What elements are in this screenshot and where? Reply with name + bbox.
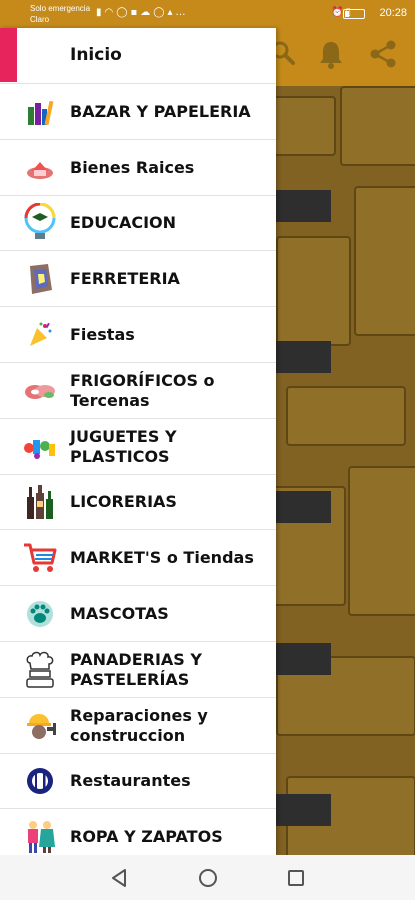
brick xyxy=(286,386,406,446)
hardware-icon xyxy=(20,259,60,299)
brick xyxy=(276,236,351,346)
lock-icon: ▪ xyxy=(130,7,141,18)
menu-label: Bienes Raices xyxy=(70,157,195,177)
menu-label: LICORERIAS xyxy=(70,492,177,512)
whatsapp-icon: ◯ xyxy=(153,7,168,18)
menu-item-restaurantes[interactable]: Restaurantes xyxy=(0,754,276,810)
meat-icon xyxy=(20,371,60,411)
status-bar: Solo emergencia Claro ▮◠◯▪☁◯▴… ⏰▯ 20:28 xyxy=(0,0,415,28)
menu-label: EDUCACION xyxy=(70,213,177,233)
party-icon xyxy=(20,315,60,355)
home-button[interactable] xyxy=(197,867,219,889)
carrier-line-1: Solo emergencia xyxy=(30,4,91,13)
status-time: 20:28 xyxy=(379,7,407,19)
clothing-icon xyxy=(20,817,60,855)
signal-icon: ▮ xyxy=(96,7,105,18)
menu-label: FERRETERIA xyxy=(70,269,180,289)
cloud-icon: ☁ xyxy=(140,7,154,18)
notification-icons: ▮◠◯▪☁◯▴… xyxy=(96,7,188,18)
more-icon: … xyxy=(175,7,189,18)
liquor-icon xyxy=(20,482,60,522)
whatsapp-icon: ◯ xyxy=(116,7,131,18)
construction-icon xyxy=(20,706,60,746)
menu-item-ropa-zapatos[interactable]: ROPA Y ZAPATOS xyxy=(0,809,276,855)
education-icon xyxy=(20,203,60,243)
brick xyxy=(340,86,415,166)
drawer-header-home[interactable]: Inicio xyxy=(0,28,276,84)
menu-item-educacion[interactable]: EDUCACION xyxy=(0,196,276,252)
battery-icon xyxy=(343,9,365,19)
menu-item-panaderias[interactable]: PANADERIAS Y PASTELERÍAS xyxy=(0,642,276,698)
menu-item-juguetes[interactable]: JUGUETES Y PLASTICOS xyxy=(0,419,276,475)
back-button[interactable] xyxy=(108,867,130,889)
menu-item-frigorificos[interactable]: FRIGORÍFICOS o Tercenas xyxy=(0,363,276,419)
menu-label: Reparaciones y construccion xyxy=(70,705,208,745)
recents-button[interactable] xyxy=(285,867,307,889)
real-estate-icon xyxy=(20,148,60,188)
menu-item-ferreteria[interactable]: FERRETERIA xyxy=(0,251,276,308)
menu-item-fiestas[interactable]: Fiestas xyxy=(0,307,276,363)
menu-item-bazar-papeleria[interactable]: BAZAR Y PAPELERIA xyxy=(0,84,276,140)
brick xyxy=(354,186,415,336)
drawer-accent-bar xyxy=(0,28,17,82)
brick xyxy=(276,96,336,156)
dark-banner xyxy=(276,794,331,826)
brick-wall-background xyxy=(276,86,415,855)
system-navigation-bar xyxy=(0,855,415,900)
app-toolbar xyxy=(276,28,415,86)
shopping-cart-icon xyxy=(20,538,60,578)
wifi-icon: ◠ xyxy=(104,7,117,18)
search-icon[interactable] xyxy=(276,40,296,66)
menu-item-mascotas[interactable]: MASCOTAS xyxy=(0,586,276,642)
menu-label: BAZAR Y PAPELERIA xyxy=(70,101,251,121)
bell-icon[interactable] xyxy=(318,40,344,70)
paw-icon xyxy=(20,594,60,634)
navigation-drawer: Inicio BAZAR Y PAPELERIA Bienes Raices E… xyxy=(0,28,276,855)
dark-banner xyxy=(276,491,331,523)
menu-label: FRIGORÍFICOS o Tercenas xyxy=(70,370,215,410)
toys-icon xyxy=(20,427,60,467)
menu-label: Fiestas xyxy=(70,325,135,345)
menu-label: Restaurantes xyxy=(70,771,191,791)
menu-label: MASCOTAS xyxy=(70,604,169,624)
menu-item-markets[interactable]: MARKET'S o Tiendas xyxy=(0,530,276,587)
menu-item-bienes-raices[interactable]: Bienes Raices xyxy=(0,140,276,196)
carrier-line-2: Claro xyxy=(30,15,50,24)
menu-label: PANADERIAS Y PASTELERÍAS xyxy=(70,649,202,689)
menu-label: MARKET'S o Tiendas xyxy=(70,548,254,568)
menu-item-reparaciones[interactable]: Reparaciones y construccion xyxy=(0,698,276,754)
battery-level xyxy=(345,11,349,17)
menu-label: JUGUETES Y PLASTICOS xyxy=(70,426,177,466)
restaurant-icon xyxy=(20,761,60,801)
menu-item-licorerias[interactable]: LICORERIAS xyxy=(0,475,276,531)
menu-label: ROPA Y ZAPATOS xyxy=(70,827,223,847)
share-icon[interactable] xyxy=(369,40,397,68)
background-app xyxy=(276,28,415,855)
dark-banner xyxy=(276,341,331,373)
stationery-icon xyxy=(20,92,60,132)
dark-banner xyxy=(276,190,331,222)
carrier-info: Solo emergencia Claro xyxy=(30,3,90,25)
brick xyxy=(348,466,415,616)
chef-icon xyxy=(20,650,60,690)
home-label: Inicio xyxy=(70,45,122,65)
dark-banner xyxy=(276,643,331,675)
